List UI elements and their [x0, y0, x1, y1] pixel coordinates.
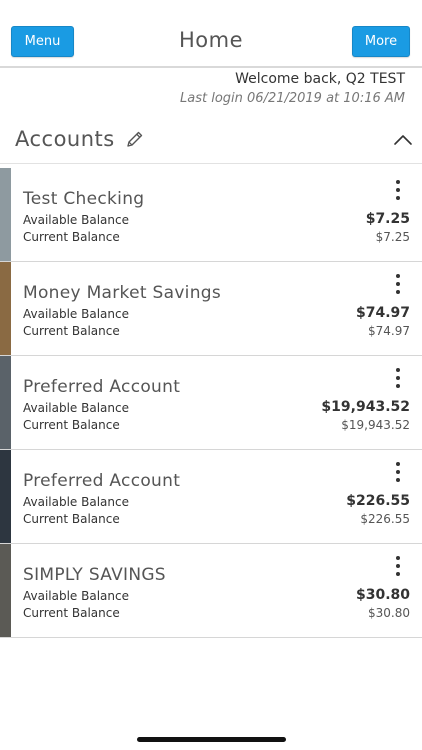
welcome-message: Welcome back, Q2 TEST	[235, 71, 405, 87]
more-button[interactable]: More	[352, 26, 410, 57]
account-row[interactable]: Preferred Account Available Balance Curr…	[0, 356, 422, 450]
available-balance-value: $226.55	[346, 493, 410, 509]
app-header: Menu Home More	[0, 0, 422, 68]
available-balance-value: $19,943.52	[321, 399, 410, 415]
account-color-bar	[0, 544, 11, 637]
available-balance-label: Available Balance	[23, 307, 129, 321]
available-balance-label: Available Balance	[23, 589, 129, 603]
current-balance-value: $19,943.52	[341, 418, 410, 432]
available-balance-value: $74.97	[355, 305, 410, 321]
current-balance-value: $226.55	[360, 512, 410, 526]
kebab-menu-icon[interactable]	[390, 554, 406, 578]
available-balance-value: $7.25	[365, 211, 410, 227]
kebab-menu-icon[interactable]	[390, 366, 406, 390]
home-indicator	[137, 737, 286, 742]
available-balance-value: $30.80	[355, 587, 410, 603]
account-color-bar	[0, 356, 11, 449]
account-name: Preferred Account	[23, 471, 181, 491]
last-login: Last login 06/21/2019 at 10:16 AM	[180, 91, 405, 106]
current-balance-value: $30.80	[368, 606, 410, 620]
accounts-title: Accounts	[15, 127, 115, 151]
account-row[interactable]: Preferred Account Available Balance Curr…	[0, 450, 422, 544]
available-balance-label: Available Balance	[23, 213, 129, 227]
kebab-menu-icon[interactable]	[390, 178, 406, 202]
account-color-bar	[0, 450, 11, 543]
current-balance-label: Current Balance	[23, 324, 120, 338]
current-balance-label: Current Balance	[23, 512, 120, 526]
chevron-up-icon[interactable]	[393, 133, 413, 147]
kebab-menu-icon[interactable]	[390, 272, 406, 296]
account-color-bar	[0, 262, 11, 355]
current-balance-value: $7.25	[375, 230, 410, 244]
available-balance-label: Available Balance	[23, 495, 129, 509]
available-balance-label: Available Balance	[23, 401, 129, 415]
pencil-icon[interactable]	[125, 129, 145, 149]
account-name: Preferred Account	[23, 377, 181, 397]
account-name: SIMPLY SAVINGS	[23, 565, 166, 585]
accounts-header: Accounts	[0, 122, 422, 164]
account-name: Test Checking	[23, 189, 145, 209]
account-row[interactable]: Money Market Savings Available Balance C…	[0, 262, 422, 356]
current-balance-label: Current Balance	[23, 418, 120, 432]
account-row[interactable]: Test Checking Available Balance Current …	[0, 168, 422, 262]
kebab-menu-icon[interactable]	[390, 460, 406, 484]
current-balance-label: Current Balance	[23, 230, 120, 244]
current-balance-value: $74.97	[368, 324, 410, 338]
account-color-bar	[0, 168, 11, 261]
current-balance-label: Current Balance	[23, 606, 120, 620]
account-name: Money Market Savings	[23, 283, 222, 303]
account-row[interactable]: SIMPLY SAVINGS Available Balance Current…	[0, 544, 422, 638]
